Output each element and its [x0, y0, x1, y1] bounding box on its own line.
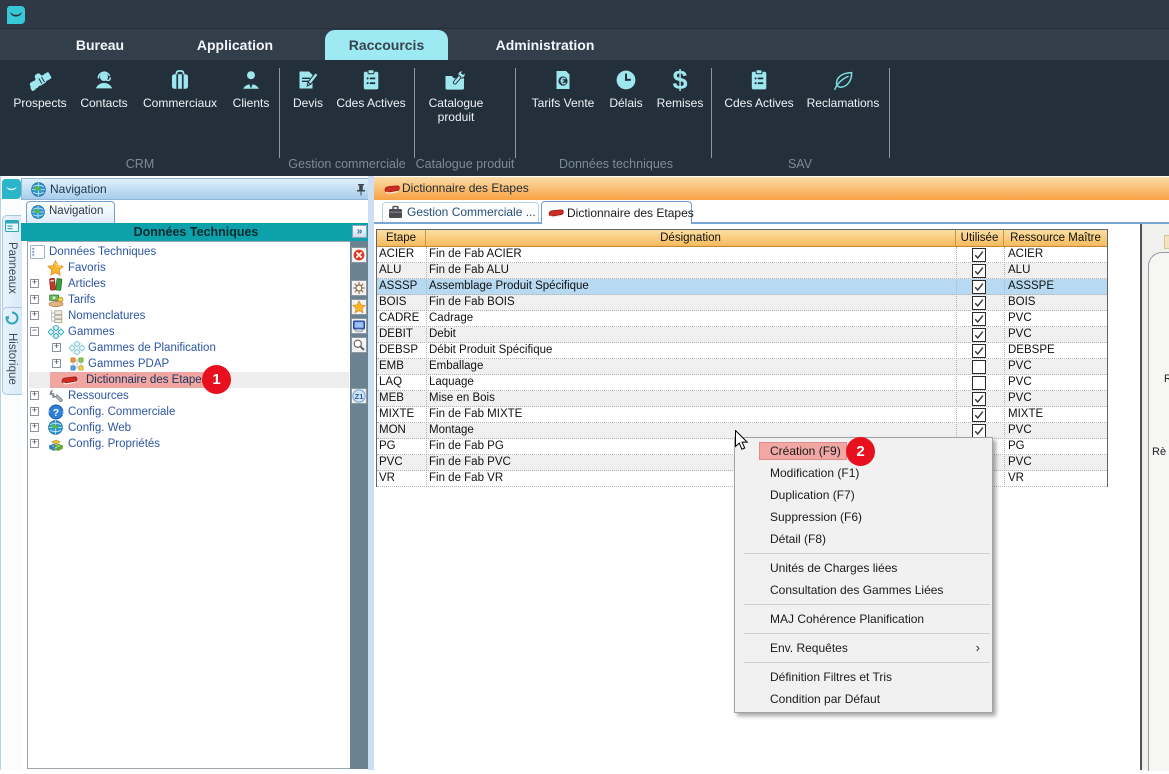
svg-text:?: ? [53, 407, 59, 419]
svg-text:Z1: Z1 [355, 392, 364, 401]
svg-text:€: € [560, 76, 566, 88]
